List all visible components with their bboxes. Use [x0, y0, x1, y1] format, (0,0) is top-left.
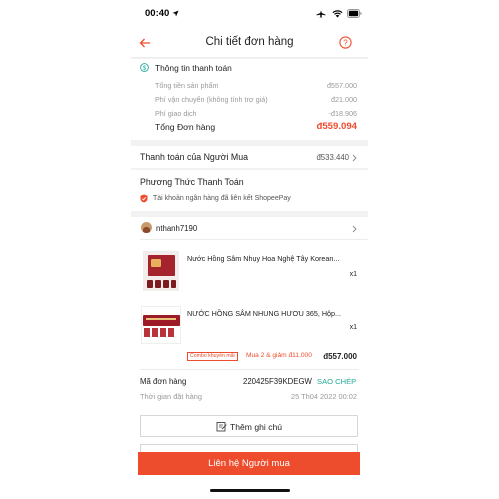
buyer-payment-label: Thanh toán của Người Mua	[140, 152, 248, 162]
page-title: Chi tiết đơn hàng	[205, 36, 294, 48]
order-time-label: Thời gian đặt hàng	[140, 392, 202, 401]
product-qty: x1	[349, 324, 357, 331]
status-time: 00:40	[145, 8, 170, 19]
combo-badge: Combo khuyến mãi	[187, 352, 238, 361]
battery-icon	[347, 9, 362, 18]
airplane-icon	[316, 10, 326, 18]
svg-text:?: ?	[343, 38, 348, 47]
shipping-fee-value: đ21.000	[331, 95, 357, 104]
add-note-label: Thêm ghi chú	[230, 422, 283, 432]
shield-icon	[140, 194, 148, 203]
shop-row[interactable]: nthanh7190	[131, 217, 368, 239]
order-items-section: nthanh7190 Nước Hồng Sâm Nhụy Hoa Nghệ T…	[131, 217, 368, 369]
product-qty: x1	[349, 271, 357, 278]
order-total-label: Tổng Đơn hàng	[155, 122, 216, 132]
phone-screen: 00:40 Chi tiết đơn hàng ? $ Thông tin th…	[131, 0, 368, 499]
payment-info-title: Thông tin thanh toán	[155, 63, 232, 73]
product-name: Nước Hồng Sâm Nhụy Hoa Nghệ Tây Korean..…	[187, 254, 340, 263]
order-meta-section: Mã đơn hàng 220425F39KDEGW SAO CHÉP Thời…	[131, 369, 368, 409]
product-item[interactable]: Nước Hồng Sâm Nhụy Hoa Nghệ Tây Korean..…	[131, 247, 368, 295]
payment-method-desc: Tài khoản ngân hàng đã liên kết ShopeePa…	[153, 195, 291, 202]
product-image	[141, 306, 181, 344]
buyer-payment-row[interactable]: Thanh toán của Người Mua đ533.440	[131, 146, 368, 168]
subtotal-value: đ557.000	[327, 81, 357, 90]
chevron-right-icon	[352, 225, 357, 233]
combo-total: đ557.000	[323, 352, 357, 361]
wifi-icon	[332, 10, 343, 18]
edit-note-icon	[216, 422, 227, 432]
subtotal-label: Tổng tiền sản phẩm	[155, 81, 219, 90]
status-bar: 00:40	[131, 0, 368, 28]
payment-info-section: $ Thông tin thanh toán Tổng tiền sản phẩ…	[131, 59, 368, 140]
payment-method-title: Phương Thức Thanh Toán	[140, 177, 244, 187]
order-id-label: Mã đơn hàng	[140, 377, 187, 386]
payment-method-section: Phương Thức Thanh Toán Tài khoản ngân hà…	[131, 170, 368, 211]
buyer-payment-value: đ533.440	[316, 153, 349, 162]
transaction-fee-value: -đ18.906	[328, 109, 357, 118]
bottom-area: Thêm ghi chú Liên hệ Người mua	[131, 409, 368, 499]
product-image	[143, 251, 179, 291]
product-name: NƯỚC HỒNG SÂM NHUNG HƯƠU 365, Hộp...	[187, 309, 342, 318]
order-id-value: 220425F39KDEGW	[243, 377, 312, 386]
home-indicator	[210, 489, 290, 492]
copy-button[interactable]: SAO CHÉP	[317, 377, 356, 386]
shipping-fee-label: Phí vận chuyển (không tính trợ giá)	[155, 95, 268, 104]
help-icon[interactable]: ?	[339, 36, 352, 49]
shop-name: nthanh7190	[156, 224, 198, 233]
chevron-right-icon	[352, 154, 357, 162]
product-item[interactable]: NƯỚC HỒNG SÂM NHUNG HƯƠU 365, Hộp... x1	[131, 304, 368, 348]
transaction-fee-label: Phí giao dịch	[155, 109, 197, 118]
order-time-value: 25 Th04 2022 00:02	[290, 392, 357, 401]
add-note-button[interactable]: Thêm ghi chú	[140, 415, 358, 437]
header-bar: Chi tiết đơn hàng ?	[131, 28, 368, 58]
dollar-circle-icon: $	[140, 63, 149, 72]
location-icon	[172, 10, 179, 17]
contact-buyer-button[interactable]: Liên hệ Người mua	[138, 452, 360, 475]
shop-avatar	[141, 222, 152, 233]
order-total-value: đ559.094	[316, 121, 357, 132]
